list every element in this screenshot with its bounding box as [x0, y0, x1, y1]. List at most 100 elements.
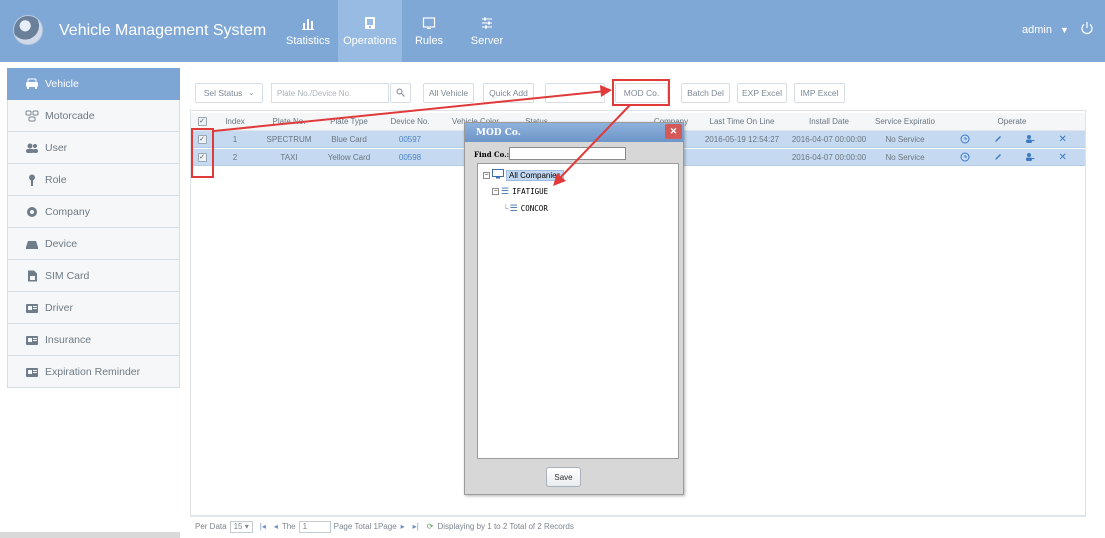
sim-card-icon [25, 270, 39, 282]
cell-plate-no: SPECTRUM [266, 134, 312, 144]
company-icon [25, 206, 39, 218]
operate-cell: ✕ [949, 131, 1079, 147]
sidebar-item-label: Vehicle [45, 78, 79, 90]
cell-install-date: 2016-04-07 00:00:00 [791, 134, 867, 144]
reminder-icon [25, 366, 39, 378]
monitor-icon [421, 15, 437, 31]
col-service-expiration[interactable]: Service Expiratio [873, 113, 937, 130]
cell-install-date: 2016-04-07 00:00:00 [791, 152, 867, 162]
prev-page-icon[interactable]: ◂ [274, 522, 278, 531]
sidebar-item-expiration-reminder[interactable]: Expiration Reminder [7, 356, 180, 388]
caret-down-icon: ▼ [1060, 25, 1069, 35]
sidebar-item-user[interactable]: User [7, 132, 180, 164]
refresh-icon[interactable]: ⟳ [427, 522, 434, 531]
col-last-online[interactable]: Last Time On Line [699, 113, 785, 130]
imp-excel-button[interactable]: IMP Excel [794, 83, 845, 103]
tree-node-concor[interactable]: └ ☰ CONCOR [503, 203, 548, 214]
nav-statistics-label: Statistics [285, 35, 330, 47]
the-label: The [281, 522, 296, 531]
per-data-select[interactable]: 15 ▾ [229, 520, 253, 533]
top-bar: Vehicle Management System Statistics Ope… [0, 0, 1105, 62]
cell-plate-type: Blue Card [331, 134, 367, 144]
nav-operations[interactable]: Operations [338, 0, 402, 62]
cell-device-no[interactable]: 00598 [379, 149, 441, 165]
cell-device-no[interactable]: 00597 [379, 131, 441, 147]
convoy-icon [25, 110, 39, 122]
sidebar-item-role[interactable]: Role [7, 164, 180, 196]
nav-statistics[interactable]: Statistics [280, 0, 336, 62]
tree-node-ifatigue[interactable]: − ☰ IFATIGUE [492, 186, 548, 197]
all-vehicle-button[interactable]: All Vehicle [423, 83, 474, 103]
collapse-icon[interactable]: − [483, 171, 490, 179]
page-input[interactable]: 1 [298, 520, 331, 533]
assign-user-icon[interactable] [1024, 133, 1036, 145]
collapse-icon[interactable]: − [492, 188, 499, 195]
col-device-no[interactable]: Device No. [379, 113, 441, 130]
monitor-icon [492, 169, 504, 181]
sidebar-item-label: User [45, 141, 68, 154]
nav-server[interactable]: Server [458, 0, 516, 62]
detail-icon[interactable] [959, 133, 971, 145]
sel-status-label: Sel Status [203, 88, 243, 98]
sidebar-item-driver[interactable]: Driver [7, 292, 180, 324]
exp-excel-button[interactable]: EXP Excel [737, 83, 787, 103]
nav-operations-label: Operations [343, 35, 397, 47]
batch-del-button[interactable]: Batch Del [681, 83, 730, 103]
tree-node-all-companies[interactable]: − All Companies [483, 169, 564, 181]
users-icon [25, 142, 39, 154]
last-page-icon[interactable]: ▸| [413, 522, 419, 531]
sidebar-item-insurance[interactable]: Insurance [7, 324, 180, 356]
sidebar-item-device[interactable]: Device [7, 228, 180, 260]
page-value: 1 [302, 521, 308, 531]
edit-icon[interactable] [992, 151, 1004, 163]
col-index[interactable]: Index [215, 113, 255, 130]
cell-service-expiration: No Service [885, 152, 925, 162]
dialog-title-bar[interactable]: MOD Co. ✕ [465, 123, 683, 142]
close-icon[interactable]: ✕ [665, 124, 682, 139]
tree-line-icon: └ [503, 204, 509, 213]
power-icon[interactable] [1080, 21, 1094, 35]
bar-chart-icon [300, 15, 316, 31]
cell-plate-no: TAXI [280, 152, 298, 162]
sidebar-item-vehicle[interactable]: Vehicle [7, 68, 180, 100]
cell-last-online [699, 149, 785, 165]
per-data-label: Per Data [195, 522, 227, 531]
delete-icon[interactable]: ✕ [1057, 151, 1069, 163]
display-text: Displaying by 1 to 2 Total of 2 Records [437, 522, 574, 531]
role-icon [25, 174, 39, 186]
col-plate-no[interactable]: Plate No. [259, 113, 319, 130]
search-input[interactable]: Plate No./Device No. [271, 83, 389, 103]
tree-label-all-companies: All Companies [506, 169, 564, 181]
sidebar-item-sim-card[interactable]: SIM Card [7, 260, 180, 292]
user-menu[interactable]: admin ▼ [1022, 24, 1069, 36]
sidebar-item-label: SIM Card [45, 269, 90, 282]
search-button[interactable] [390, 83, 411, 103]
list-icon: ☰ [509, 203, 518, 213]
list-icon: ☰ [501, 186, 510, 196]
save-button[interactable]: Save [546, 467, 581, 487]
search-icon [396, 88, 405, 99]
select-all-checkbox[interactable]: ✓ [197, 117, 207, 126]
quick-add-button[interactable]: Quick Add [483, 83, 534, 103]
find-co-input[interactable] [509, 147, 626, 160]
next-page-icon[interactable]: ▸ [401, 522, 405, 531]
app-logo [13, 15, 43, 45]
sidebar-item-motorcade[interactable]: Motorcade [7, 100, 180, 132]
nav-rules[interactable]: Rules [404, 0, 454, 62]
hidden-button[interactable] [545, 83, 605, 103]
delete-icon[interactable]: ✕ [1057, 133, 1069, 145]
car-icon [25, 78, 39, 90]
assign-user-icon[interactable] [1024, 151, 1036, 163]
col-install-date[interactable]: Install Date [785, 113, 873, 130]
tree-label-concor: CONCOR [520, 204, 548, 213]
nav-rules-label: Rules [414, 35, 444, 47]
first-page-icon[interactable]: |◂ [260, 522, 266, 531]
col-plate-type[interactable]: Plate Type [319, 113, 379, 130]
sidebar-item-company[interactable]: Company [7, 196, 180, 228]
cell-index: 1 [232, 134, 238, 144]
edit-icon[interactable] [992, 133, 1004, 145]
detail-icon[interactable] [959, 151, 971, 163]
driver-card-icon [25, 302, 39, 314]
bottom-strip [0, 532, 180, 538]
sel-status-dropdown[interactable]: Sel Status ⌄ [195, 83, 263, 103]
